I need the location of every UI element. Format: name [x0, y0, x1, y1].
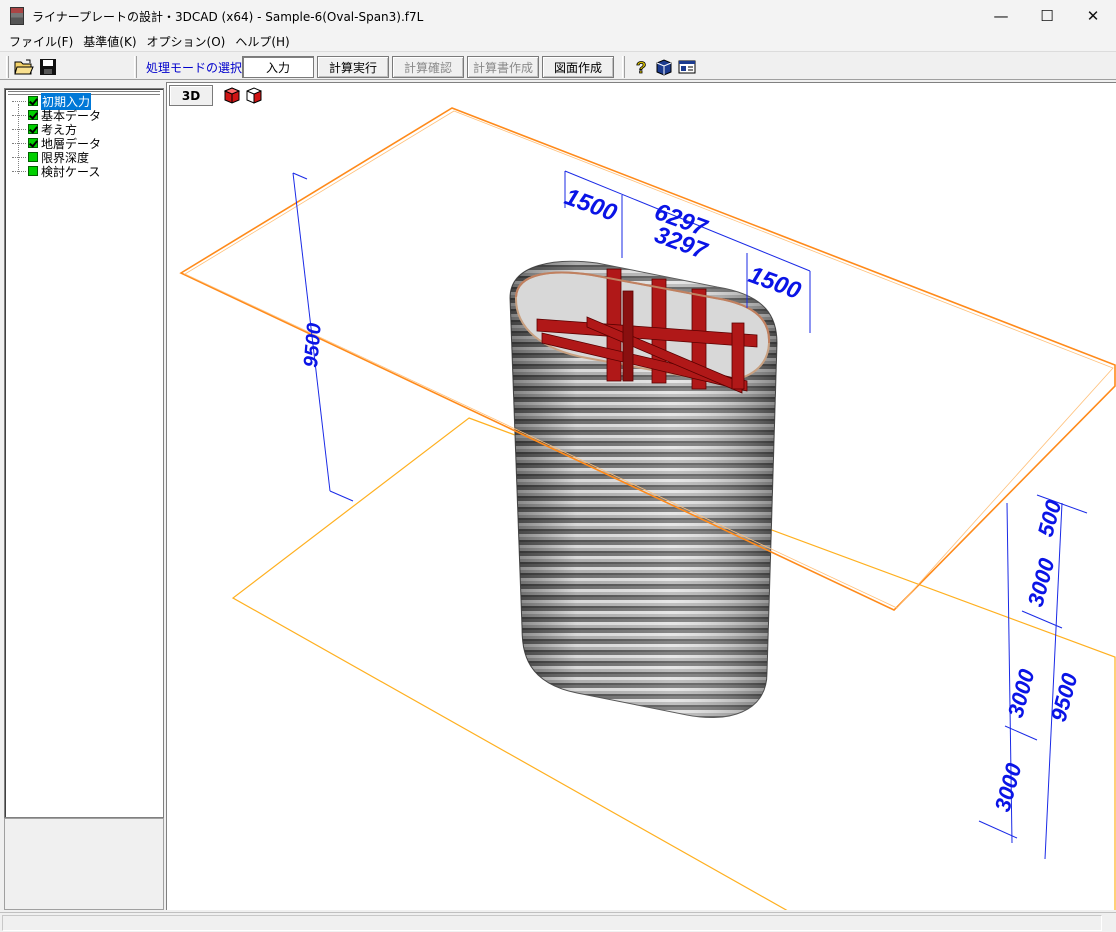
tree-item-study-case[interactable]: 検討ケース [12, 164, 101, 179]
status-bar [0, 912, 1116, 932]
window-title: ライナープレートの設計・3DCAD (x64) - Sample-6(Oval-… [32, 9, 424, 24]
svg-text:?: ? [636, 58, 646, 76]
status-pane [2, 915, 1102, 931]
help-icon[interactable]: ? [632, 57, 652, 77]
toolbar-grip [134, 56, 137, 78]
checkbox-icon [28, 110, 38, 120]
checkbox-icon [28, 166, 38, 176]
title-bar: ライナープレートの設計・3DCAD (x64) - Sample-6(Oval-… [0, 0, 1116, 32]
create-drawing-button[interactable]: 図面作成 [542, 56, 614, 78]
create-report-button[interactable]: 計算書作成 [467, 56, 539, 78]
tree-item-label: 検討ケース [41, 164, 101, 179]
toolbar-grip [6, 56, 9, 78]
input-mode-button[interactable]: 入力 [242, 56, 314, 78]
dim-depth-left: 9500 [300, 322, 326, 368]
card-icon[interactable] [677, 57, 697, 77]
tree-lower-pane [4, 818, 164, 910]
minimize-button[interactable]: — [978, 0, 1024, 32]
input-tree-panel [4, 88, 164, 818]
save-icon[interactable] [38, 57, 58, 77]
menu-standard-values[interactable]: 基準値(K) [78, 33, 141, 50]
maximize-button[interactable]: ☐ [1024, 0, 1070, 32]
cube-view-icon[interactable] [223, 87, 241, 104]
dim-depth-right: 9500 [1046, 670, 1083, 724]
open-folder-icon[interactable] [14, 57, 34, 77]
dim-segment-1: 3000 [1023, 555, 1060, 609]
dim-segment-2: 3000 [1003, 666, 1040, 720]
close-button[interactable]: ✕ [1070, 0, 1116, 32]
dim-segment-3: 3000 [990, 760, 1027, 814]
checkbox-icon [28, 96, 38, 106]
view-3d-button[interactable]: 3D [169, 85, 213, 106]
3d-model-icon[interactable] [654, 57, 674, 77]
cube-wire-icon[interactable] [245, 87, 263, 104]
toolbar-grip [622, 56, 625, 78]
checkbox-icon [28, 124, 38, 134]
check-calculation-button[interactable]: 計算確認 [392, 56, 464, 78]
checkbox-icon [28, 152, 38, 162]
3d-drawing: 6297 3297 1500 1500 9500 9500 500 3000 3… [179, 107, 1116, 910]
dim-segment-top: 500 [1033, 497, 1067, 540]
menu-help[interactable]: ヘルプ(H) [230, 33, 294, 50]
3d-viewport[interactable]: 6297 3297 1500 1500 9500 9500 500 3000 3… [166, 82, 1116, 910]
mode-select-label: 処理モードの選択 [146, 61, 243, 75]
menu-bar: ファイル(F) 基準値(K) オプション(O) ヘルプ(H) [0, 32, 1116, 52]
menu-options[interactable]: オプション(O) [142, 33, 231, 50]
app-icon [10, 7, 24, 25]
toolbar: 処理モードの選択 入力 計算実行 計算確認 計算書作成 図面作成 ? [0, 53, 1116, 80]
menu-file[interactable]: ファイル(F) [4, 33, 78, 50]
checkbox-icon [28, 138, 38, 148]
run-calculation-button[interactable]: 計算実行 [317, 56, 389, 78]
